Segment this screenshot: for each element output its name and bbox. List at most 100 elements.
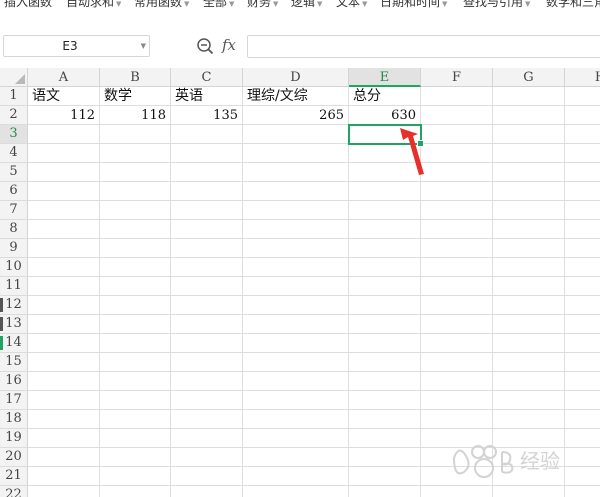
row-header-13[interactable]: 13: [0, 315, 28, 334]
cell-g16[interactable]: [493, 372, 565, 391]
cell-d6[interactable]: [243, 182, 349, 201]
cell-f10[interactable]: [421, 258, 493, 277]
cell-a9[interactable]: [28, 239, 100, 258]
cell-c7[interactable]: [171, 201, 243, 220]
cell-h9[interactable]: [565, 239, 600, 258]
cell-e9[interactable]: [349, 239, 421, 258]
cell-e5[interactable]: [349, 163, 421, 182]
cell-b1[interactable]: 数学: [100, 87, 171, 106]
cell-e17[interactable]: [349, 391, 421, 410]
row-header-6[interactable]: 6: [0, 182, 28, 201]
row-header-18[interactable]: 18: [0, 410, 28, 429]
cell-g4[interactable]: [493, 144, 565, 163]
cell-g13[interactable]: [493, 315, 565, 334]
cell-g8[interactable]: [493, 220, 565, 239]
cell-h10[interactable]: [565, 258, 600, 277]
column-header-c[interactable]: C: [171, 68, 243, 87]
cell-f1[interactable]: [421, 87, 493, 106]
cell-g12[interactable]: [493, 296, 565, 315]
row-header-7[interactable]: 7: [0, 201, 28, 220]
cell-e22[interactable]: [349, 486, 421, 497]
row-header-15[interactable]: 15: [0, 353, 28, 372]
cell-e6[interactable]: [349, 182, 421, 201]
cell-a12[interactable]: [28, 296, 100, 315]
cell-a18[interactable]: [28, 410, 100, 429]
cell-f8[interactable]: [421, 220, 493, 239]
cell-b10[interactable]: [100, 258, 171, 277]
cell-d14[interactable]: [243, 334, 349, 353]
cell-f5[interactable]: [421, 163, 493, 182]
cell-d21[interactable]: [243, 467, 349, 486]
cell-e16[interactable]: [349, 372, 421, 391]
row-header-9[interactable]: 9: [0, 239, 28, 258]
cell-c10[interactable]: [171, 258, 243, 277]
cell-f7[interactable]: [421, 201, 493, 220]
cell-b18[interactable]: [100, 410, 171, 429]
cell-c14[interactable]: [171, 334, 243, 353]
cell-h13[interactable]: [565, 315, 600, 334]
cell-g18[interactable]: [493, 410, 565, 429]
cell-e18[interactable]: [349, 410, 421, 429]
row-header-20[interactable]: 20: [0, 448, 28, 467]
row-header-4[interactable]: 4: [0, 144, 28, 163]
cell-d8[interactable]: [243, 220, 349, 239]
cell-f14[interactable]: [421, 334, 493, 353]
cell-h6[interactable]: [565, 182, 600, 201]
cell-a13[interactable]: [28, 315, 100, 334]
menu-item-4[interactable]: 财务 ▼: [247, 0, 278, 10]
cell-f17[interactable]: [421, 391, 493, 410]
cell-d10[interactable]: [243, 258, 349, 277]
cell-h4[interactable]: [565, 144, 600, 163]
cell-a14[interactable]: [28, 334, 100, 353]
cell-g14[interactable]: [493, 334, 565, 353]
cell-c8[interactable]: [171, 220, 243, 239]
cell-c2[interactable]: 135: [171, 106, 243, 125]
cell-d4[interactable]: [243, 144, 349, 163]
cell-b16[interactable]: [100, 372, 171, 391]
cell-h7[interactable]: [565, 201, 600, 220]
chevron-down-icon[interactable]: ▼: [141, 42, 146, 50]
cell-e20[interactable]: [349, 448, 421, 467]
cell-f18[interactable]: [421, 410, 493, 429]
cell-g6[interactable]: [493, 182, 565, 201]
cell-c4[interactable]: [171, 144, 243, 163]
cell-g15[interactable]: [493, 353, 565, 372]
cell-g17[interactable]: [493, 391, 565, 410]
cell-c22[interactable]: [171, 486, 243, 497]
cell-b9[interactable]: [100, 239, 171, 258]
cell-a6[interactable]: [28, 182, 100, 201]
cell-c19[interactable]: [171, 429, 243, 448]
cell-d11[interactable]: [243, 277, 349, 296]
cell-h3[interactable]: [565, 125, 600, 144]
row-header-1[interactable]: 1: [0, 87, 28, 106]
cell-h17[interactable]: [565, 391, 600, 410]
cell-e4[interactable]: [349, 144, 421, 163]
cell-a17[interactable]: [28, 391, 100, 410]
cell-b12[interactable]: [100, 296, 171, 315]
cell-g10[interactable]: [493, 258, 565, 277]
cell-e21[interactable]: [349, 467, 421, 486]
cell-a1[interactable]: 语文: [28, 87, 100, 106]
cell-a2[interactable]: 112: [28, 106, 100, 125]
row-header-16[interactable]: 16: [0, 372, 28, 391]
fx-icon[interactable]: fx: [222, 36, 236, 54]
cell-c5[interactable]: [171, 163, 243, 182]
name-box[interactable]: E3 ▼: [3, 35, 150, 57]
cell-b22[interactable]: [100, 486, 171, 497]
menu-item-6[interactable]: 文本 ▼: [336, 0, 367, 10]
cell-b19[interactable]: [100, 429, 171, 448]
row-header-2[interactable]: 2: [0, 106, 28, 125]
menu-item-9[interactable]: 数学和三角: [546, 0, 600, 10]
cell-c11[interactable]: [171, 277, 243, 296]
cell-c18[interactable]: [171, 410, 243, 429]
cell-b8[interactable]: [100, 220, 171, 239]
row-header-14[interactable]: 14: [0, 334, 28, 353]
cell-c17[interactable]: [171, 391, 243, 410]
cell-a11[interactable]: [28, 277, 100, 296]
cell-d19[interactable]: [243, 429, 349, 448]
zoom-icon[interactable]: [196, 37, 214, 55]
fill-handle[interactable]: [417, 140, 424, 147]
cell-a3[interactable]: [28, 125, 100, 144]
cell-b11[interactable]: [100, 277, 171, 296]
cell-d9[interactable]: [243, 239, 349, 258]
